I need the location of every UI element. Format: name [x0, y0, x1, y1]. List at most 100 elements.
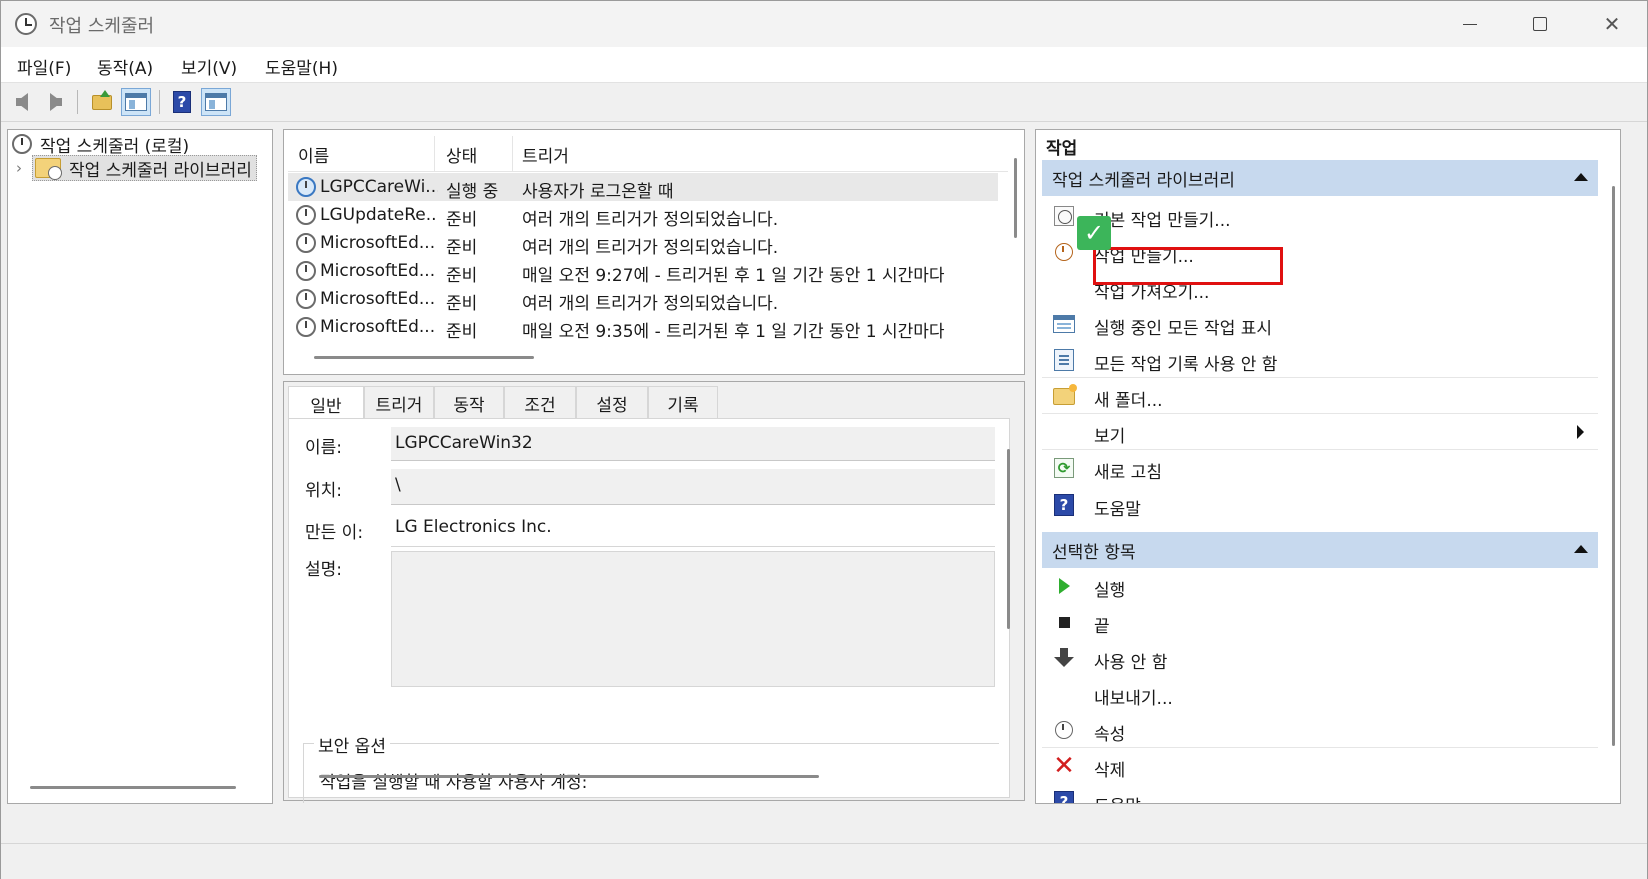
- task-status: 준비: [446, 238, 478, 258]
- tab-actions[interactable]: 동작: [434, 386, 504, 420]
- column-header-status[interactable]: 상태: [446, 142, 477, 167]
- action-help-selected[interactable]: ? 도움말: [1042, 784, 1598, 803]
- action-disable-history[interactable]: 모든 작업 기록 사용 안 함: [1042, 342, 1598, 378]
- column-header-name[interactable]: 이름: [298, 142, 329, 167]
- highlight-create-task: [1093, 247, 1283, 285]
- task-trigger: 사용자가 로그온할 때: [522, 182, 674, 202]
- tree-item-library[interactable]: › 작업 스케줄러 라이브러리: [10, 154, 257, 182]
- maximize-button[interactable]: [1505, 1, 1575, 47]
- action-properties[interactable]: 속성: [1042, 712, 1598, 748]
- show-console-tree-button[interactable]: [121, 88, 151, 116]
- properties-clock-icon: [1052, 719, 1076, 741]
- action-end[interactable]: 끝: [1042, 604, 1598, 640]
- close-button[interactable]: ✕: [1577, 1, 1647, 47]
- task-list-vertical-scrollbar[interactable]: [1014, 158, 1017, 238]
- tree-item-library-label: 작업 스케줄러 라이브러리: [69, 160, 252, 181]
- submenu-arrow-icon: [1577, 425, 1584, 439]
- status-bar: [1, 843, 1647, 879]
- show-action-pane-button[interactable]: [201, 88, 231, 116]
- forward-button[interactable]: [41, 88, 71, 116]
- task-list-horizontal-scrollbar[interactable]: [314, 356, 534, 359]
- author-field[interactable]: LG Electronics Inc.: [391, 511, 995, 547]
- menu-view[interactable]: 보기(V): [181, 54, 237, 79]
- task-trigger: 매일 오전 9:35에 - 트리거된 후 1 일 기간 동안 1 시간마다: [522, 322, 945, 342]
- tab-conditions[interactable]: 조건: [504, 386, 576, 420]
- column-divider[interactable]: [434, 136, 435, 172]
- back-button[interactable]: [7, 88, 37, 116]
- action-export[interactable]: 내보내기...: [1042, 676, 1598, 712]
- collapse-up-icon[interactable]: [1574, 173, 1588, 181]
- task-trigger: 여러 개의 트리거가 정의되었습니다.: [522, 294, 779, 314]
- menu-help[interactable]: 도움말(H): [265, 54, 338, 79]
- detail-vertical-scrollbar[interactable]: [1007, 449, 1010, 629]
- task-row[interactable]: MicrosoftEd... 준비 여러 개의 트리거가 정의되었습니다.: [288, 229, 998, 258]
- clock-app-icon: [15, 13, 37, 35]
- action-help[interactable]: ? 도움말: [1042, 487, 1598, 523]
- stop-icon: [1052, 611, 1076, 633]
- tab-history[interactable]: 기록: [648, 386, 718, 420]
- action-disable[interactable]: 사용 안 함: [1042, 640, 1598, 676]
- console-tree: 작업 스케줄러 (로컬) › 작업 스케줄러 라이브러리: [7, 129, 273, 804]
- clock-icon: [12, 134, 32, 154]
- task-name: MicrosoftEd...: [320, 317, 436, 337]
- chevron-right-icon[interactable]: ›: [10, 159, 28, 177]
- title-bar: 작업 스케줄러 ✕: [1, 1, 1647, 47]
- action-view[interactable]: 보기: [1042, 414, 1598, 450]
- description-field[interactable]: [391, 551, 995, 687]
- selected-item-section-header[interactable]: 선택한 항목: [1042, 532, 1598, 568]
- task-status: 준비: [446, 322, 478, 342]
- author-label: 만든 이:: [305, 523, 364, 543]
- action-new-folder[interactable]: 새 폴더...: [1042, 378, 1598, 414]
- column-header-trigger[interactable]: 트리거: [522, 142, 569, 167]
- column-divider[interactable]: [512, 136, 513, 172]
- tree-horizontal-scrollbar[interactable]: [30, 786, 236, 789]
- name-label: 이름:: [305, 438, 343, 458]
- up-folder-button[interactable]: [87, 88, 117, 116]
- task-row[interactable]: LGPCCareWi... 실행 중 사용자가 로그온할 때: [288, 173, 998, 202]
- task-list-header: 이름 상태 트리거: [288, 136, 1008, 172]
- task-clock-icon: [296, 233, 316, 253]
- security-options-group: 보안 옵션 작업을 실행할 때 사용할 사용자 계정:: [303, 732, 999, 803]
- task-clock-icon: [296, 317, 316, 337]
- toolbar-separator: [77, 90, 78, 114]
- action-create-basic-task-label: 기본 작업 만들기...: [1094, 211, 1231, 231]
- action-properties-label: 속성: [1094, 725, 1126, 745]
- tab-settings[interactable]: 설정: [576, 386, 648, 420]
- task-row[interactable]: LGUpdateRe... 준비 여러 개의 트리거가 정의되었습니다.: [288, 201, 998, 230]
- action-run[interactable]: 실행: [1042, 568, 1598, 604]
- minimize-button[interactable]: [1435, 1, 1505, 47]
- action-pane-icon: [205, 93, 227, 111]
- task-row[interactable]: MicrosoftEd... 준비 매일 오전 9:27에 - 트리거된 후 1…: [288, 257, 998, 286]
- menu-action[interactable]: 동작(A): [97, 54, 153, 79]
- action-delete[interactable]: ✕ 삭제: [1042, 748, 1598, 784]
- description-label: 설명:: [305, 560, 343, 580]
- tab-triggers[interactable]: 트리거: [364, 386, 434, 420]
- actions-vertical-scrollbar[interactable]: [1612, 186, 1615, 746]
- name-field[interactable]: LGPCCareWin32: [391, 427, 995, 461]
- forward-arrow-icon: [50, 93, 62, 111]
- tab-general[interactable]: 일반: [288, 386, 364, 422]
- task-scheduler-window: 작업 스케줄러 ✕ 파일(F) 동작(A) 보기(V) 도움말(H) ? 작업 …: [0, 0, 1648, 879]
- action-refresh[interactable]: ⟳ 새로 고침: [1042, 450, 1598, 486]
- task-row[interactable]: MicrosoftEd... 준비 여러 개의 트리거가 정의되었습니다.: [288, 285, 998, 314]
- action-end-label: 끝: [1094, 617, 1110, 637]
- menu-file[interactable]: 파일(F): [17, 54, 71, 79]
- location-field[interactable]: \: [391, 469, 995, 505]
- help-toolbar-button[interactable]: ?: [167, 88, 197, 116]
- action-create-basic-task[interactable]: 기본 작업 만들기...: [1042, 198, 1598, 234]
- console-tree-icon: [125, 93, 147, 111]
- back-arrow-icon: [16, 93, 28, 111]
- library-section-header[interactable]: 작업 스케줄러 라이브러리: [1042, 160, 1598, 196]
- task-trigger: 매일 오전 9:27에 - 트리거된 후 1 일 기간 동안 1 시간마다: [522, 266, 945, 286]
- action-show-running-label: 실행 중인 모든 작업 표시: [1094, 319, 1273, 339]
- help-icon: ?: [1052, 494, 1076, 516]
- task-row[interactable]: MicrosoftEd... 준비 매일 오전 9:35에 - 트리거된 후 1…: [288, 313, 998, 342]
- action-show-running[interactable]: 실행 중인 모든 작업 표시: [1042, 306, 1598, 342]
- collapse-up-icon[interactable]: [1574, 545, 1588, 553]
- detail-horizontal-scrollbar[interactable]: [319, 775, 819, 778]
- action-disable-label: 사용 안 함: [1094, 653, 1168, 673]
- window-title: 작업 스케줄러: [49, 16, 155, 37]
- running-tasks-icon: [1052, 313, 1076, 335]
- history-icon: [1052, 349, 1076, 371]
- action-refresh-label: 새로 고침: [1094, 463, 1162, 483]
